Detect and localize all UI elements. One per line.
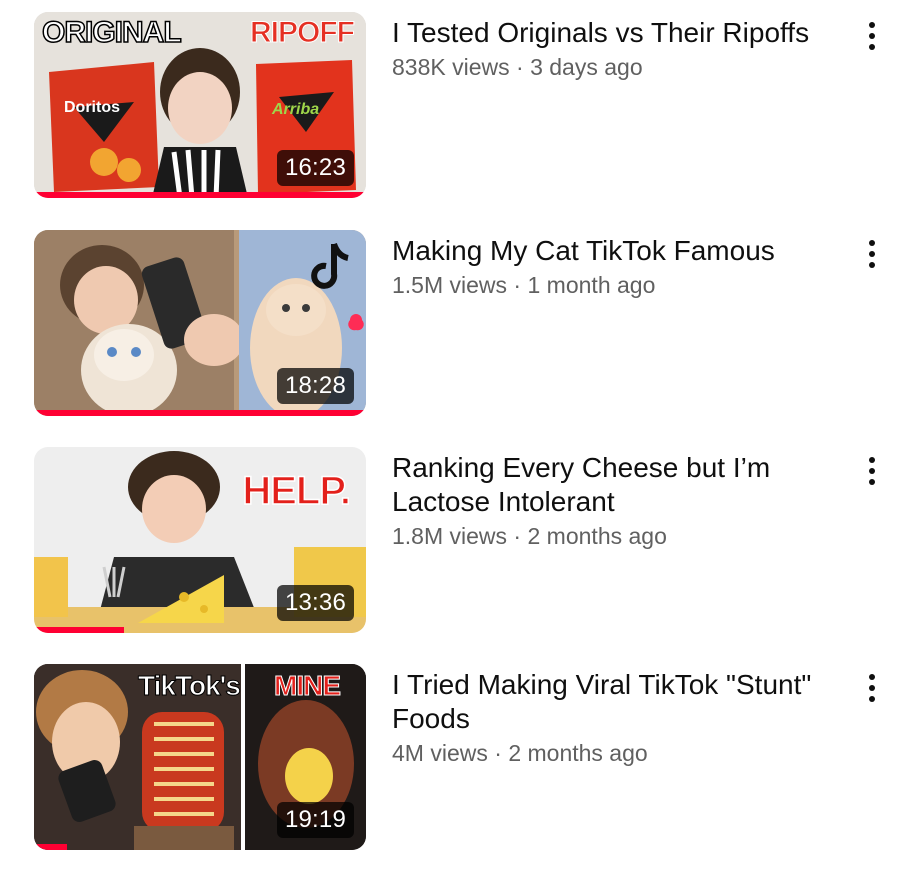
watch-progress-bar [34, 410, 366, 416]
video-meta: 838K views · 3 days ago [392, 52, 837, 82]
view-count: 1.5M views [392, 272, 508, 298]
svg-text:Arriba: Arriba [271, 101, 319, 118]
thumbnail-text-tiktoks: TikTok's [138, 670, 242, 701]
video-title[interactable]: I Tested Originals vs Their Ripoffs [392, 16, 837, 50]
duration-badge: 16:23 [276, 150, 354, 186]
video-meta: 4M views · 2 months ago [392, 738, 837, 768]
upload-age: 3 days ago [530, 54, 643, 80]
video-item[interactable]: 18:28 Making My Cat TikTok Famous 1.5M v… [0, 230, 900, 430]
video-title[interactable]: I Tried Making Viral TikTok "Stunt" Food… [392, 668, 837, 736]
meta-separator: · [487, 740, 509, 766]
meta-separator: · [507, 272, 528, 298]
watch-progress-bar [34, 844, 68, 850]
video-thumbnail[interactable]: Doritos Arriba ORIGINAL RIPOFF 16:23 [34, 12, 366, 198]
thumbnail-text-original: ORIGINAL [41, 16, 182, 49]
more-vert-icon[interactable] [860, 234, 884, 274]
more-vert-icon[interactable] [860, 668, 884, 708]
watch-progress-bar [34, 192, 366, 198]
upload-age: 1 month ago [527, 272, 656, 298]
more-vert-icon[interactable] [860, 16, 884, 56]
duration-badge: 19:19 [276, 802, 354, 838]
duration-badge: 13:36 [276, 585, 354, 621]
duration-badge: 18:28 [276, 368, 354, 404]
video-title[interactable]: Making My Cat TikTok Famous [392, 234, 837, 268]
video-meta: 1.8M views · 2 months ago [392, 521, 837, 551]
video-meta: 1.5M views · 1 month ago [392, 270, 837, 300]
video-item[interactable]: Doritos Arriba ORIGINAL RIPOFF 16:23 I T… [0, 12, 900, 212]
more-vert-icon[interactable] [860, 451, 884, 491]
view-count: 4M views [392, 740, 488, 766]
upload-age: 2 months ago [508, 740, 648, 766]
video-item[interactable]: TikTok's MINE 19:19 I Tried Making Viral… [0, 664, 900, 864]
view-count: 838K views [392, 54, 510, 80]
thumbnail-divider [241, 664, 245, 850]
svg-text:Doritos: Doritos [64, 99, 120, 116]
thumbnail-text-ripoff: RIPOFF [250, 16, 356, 49]
video-item[interactable]: HELP. 13:36 Ranking Every Cheese but I’m… [0, 447, 900, 647]
video-thumbnail[interactable]: TikTok's MINE 19:19 [34, 664, 366, 850]
view-count: 1.8M views [392, 523, 508, 549]
thumbnail-text-mine: MINE [274, 670, 342, 701]
meta-separator: · [509, 54, 531, 80]
upload-age: 2 months ago [527, 523, 667, 549]
watch-progress-bar [34, 627, 124, 633]
video-thumbnail[interactable]: HELP. 13:36 [34, 447, 366, 633]
meta-separator: · [507, 523, 528, 549]
thumbnail-text-help: HELP. [242, 469, 352, 513]
video-thumbnail[interactable]: 18:28 [34, 230, 366, 416]
video-title[interactable]: Ranking Every Cheese but I’m Lactose Int… [392, 451, 837, 519]
